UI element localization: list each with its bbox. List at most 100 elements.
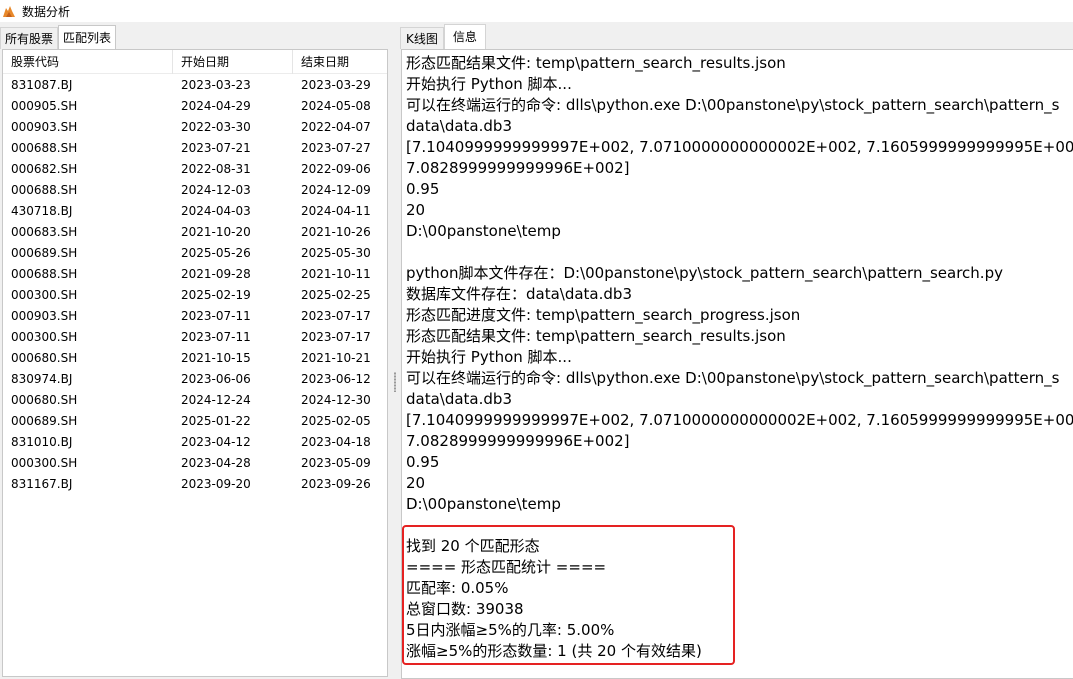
right-panel: K线图 信息 形态匹配结果文件: temp\pattern_search_res…: [398, 22, 1073, 679]
end-date-cell: 2021-10-26: [301, 224, 371, 239]
stock-code-cell: 000903.SH: [11, 308, 78, 323]
table-row[interactable]: 830974.BJ 2023-06-06 2023-06-12: [3, 368, 387, 389]
start-date-cell: 2022-03-30: [181, 119, 251, 134]
start-date-cell: 2024-12-24: [181, 392, 251, 407]
tab-kline-chart[interactable]: K线图: [400, 27, 444, 49]
stock-code-cell: 000300.SH: [11, 329, 78, 344]
log-line: 数据库文件存在：data\data.db3: [406, 285, 632, 303]
end-date-cell: 2025-02-25: [301, 287, 371, 302]
table-row[interactable]: 000905.SH 2024-04-29 2024-05-08: [3, 95, 387, 116]
log-line: D:\00panstone\temp: [406, 222, 561, 240]
column-header-start-date[interactable]: 开始日期: [173, 49, 293, 74]
log-line: data\data.db3: [406, 390, 512, 408]
log-line: 0.95: [406, 180, 440, 198]
log-text: 形态匹配结果文件: temp\pattern_search_results.js…: [406, 53, 1073, 515]
log-line: 形态匹配结果文件: temp\pattern_search_results.js…: [406, 327, 786, 345]
start-date-cell: 2025-01-22: [181, 413, 251, 428]
table-row[interactable]: 000688.SH 2023-07-21 2023-07-27: [3, 137, 387, 158]
stock-code-cell: 000680.SH: [11, 392, 78, 407]
log-line: [7.1040999999999997E+002, 7.071000000000…: [406, 138, 1073, 156]
stock-code-cell: 000688.SH: [11, 182, 78, 197]
column-header-code[interactable]: 股票代码: [3, 49, 173, 74]
table-row[interactable]: 831087.BJ 2023-03-23 2023-03-29: [3, 74, 387, 95]
end-date-cell: 2023-07-27: [301, 140, 371, 155]
end-date-cell: 2022-09-06: [301, 161, 371, 176]
table-row[interactable]: 000300.SH 2023-07-11 2023-07-17: [3, 326, 387, 347]
table-row[interactable]: 831010.BJ 2023-04-12 2023-04-18: [3, 431, 387, 452]
stock-code-cell: 000682.SH: [11, 161, 78, 176]
left-panel: 所有股票 匹配列表 股票代码 开始日期 结束日期 831087.BJ 2023-0…: [0, 22, 392, 679]
table-row[interactable]: 000689.SH 2025-05-26 2025-05-30: [3, 242, 387, 263]
start-date-cell: 2024-12-03: [181, 182, 251, 197]
stats-line: 5日内涨幅≥5%的几率: 5.00%: [406, 621, 615, 639]
end-date-cell: 2024-05-08: [301, 98, 371, 113]
end-date-cell: 2023-06-12: [301, 371, 371, 386]
stats-line: ==== 形态匹配统计 ====: [406, 558, 607, 576]
start-date-cell: 2024-04-29: [181, 98, 251, 113]
stock-code-cell: 831087.BJ: [11, 77, 73, 92]
log-line: 形态匹配结果文件: temp\pattern_search_results.js…: [406, 54, 786, 72]
table-row[interactable]: 000683.SH 2021-10-20 2021-10-26: [3, 221, 387, 242]
start-date-cell: 2025-02-19: [181, 287, 251, 302]
splitter-grip-icon[interactable]: [394, 372, 396, 392]
stats-line: 涨幅≥5%的形态数量: 1 (共 20 个有效结果): [406, 642, 702, 660]
log-line: 形态匹配进度文件: temp\pattern_search_progress.j…: [406, 306, 801, 324]
stock-code-cell: 830974.BJ: [11, 371, 73, 386]
window-title: 数据分析: [22, 4, 71, 19]
table-row[interactable]: 000680.SH 2021-10-15 2021-10-21: [3, 347, 387, 368]
start-date-cell: 2023-09-20: [181, 476, 251, 491]
list-header: 股票代码 开始日期 结束日期: [3, 49, 387, 74]
fox-logo-icon: [1, 3, 17, 19]
log-line: 开始执行 Python 脚本...: [406, 348, 572, 366]
end-date-cell: 2025-05-30: [301, 245, 371, 260]
start-date-cell: 2021-10-20: [181, 224, 251, 239]
table-row[interactable]: 000682.SH 2022-08-31 2022-09-06: [3, 158, 387, 179]
stock-code-cell: 000683.SH: [11, 224, 78, 239]
table-row[interactable]: 831167.BJ 2023-09-20 2023-09-26: [3, 473, 387, 494]
table-row[interactable]: 000680.SH 2024-12-24 2024-12-30: [3, 389, 387, 410]
stock-code-cell: 000689.SH: [11, 245, 78, 260]
match-statistics: 找到 20 个匹配形态 ==== 形态匹配统计 ==== 匹配率: 0.05% 总窗口…: [406, 536, 702, 662]
end-date-cell: 2024-12-30: [301, 392, 371, 407]
log-line: 0.95: [406, 453, 440, 471]
start-date-cell: 2023-07-11: [181, 329, 251, 344]
table-row[interactable]: 000300.SH 2025-02-19 2025-02-25: [3, 284, 387, 305]
table-row[interactable]: 000903.SH 2023-07-11 2023-07-17: [3, 305, 387, 326]
start-date-cell: 2021-10-15: [181, 350, 251, 365]
tab-info[interactable]: 信息: [443, 24, 486, 49]
start-date-cell: 2025-05-26: [181, 245, 251, 260]
end-date-cell: 2024-12-09: [301, 182, 371, 197]
end-date-cell: 2023-09-26: [301, 476, 371, 491]
end-date-cell: 2024-04-11: [301, 203, 371, 218]
column-header-end-date[interactable]: 结束日期: [293, 50, 387, 74]
stock-code-cell: 831010.BJ: [11, 434, 73, 449]
log-line: python脚本文件存在：D:\00panstone\py\stock_patt…: [406, 264, 1003, 282]
table-row[interactable]: 000688.SH 2024-12-03 2024-12-09: [3, 179, 387, 200]
left-tab-strip: 所有股票 匹配列表: [0, 25, 117, 49]
tab-all-stocks[interactable]: 所有股票: [0, 27, 59, 49]
end-date-cell: 2022-04-07: [301, 119, 371, 134]
table-row[interactable]: 000688.SH 2021-09-28 2021-10-11: [3, 263, 387, 284]
table-row[interactable]: 000689.SH 2025-01-22 2025-02-05: [3, 410, 387, 431]
start-date-cell: 2022-08-31: [181, 161, 251, 176]
list-body: 831087.BJ 2023-03-23 2023-03-29 000905.SH 20…: [3, 74, 387, 494]
stats-line: 匹配率: 0.05%: [406, 579, 509, 597]
right-tab-strip: K线图 信息: [400, 24, 486, 49]
stock-code-cell: 000300.SH: [11, 455, 78, 470]
start-date-cell: 2023-07-21: [181, 140, 251, 155]
table-row[interactable]: 000903.SH 2022-03-30 2022-04-07: [3, 116, 387, 137]
table-row[interactable]: 000300.SH 2023-04-28 2023-05-09: [3, 452, 387, 473]
stock-code-cell: 831167.BJ: [11, 476, 73, 491]
table-row[interactable]: 430718.BJ 2024-04-03 2024-04-11: [3, 200, 387, 221]
match-list[interactable]: 股票代码 开始日期 结束日期 831087.BJ 2023-03-23 2023-0…: [2, 49, 388, 677]
stats-line: 总窗口数: 39038: [406, 600, 524, 618]
start-date-cell: 2023-07-11: [181, 308, 251, 323]
info-log-area[interactable]: 形态匹配结果文件: temp\pattern_search_results.js…: [401, 49, 1073, 679]
log-line: 可以在终端运行的命令: dlls\python.exe D:\00panston…: [406, 96, 1060, 114]
log-line: 可以在终端运行的命令: dlls\python.exe D:\00panston…: [406, 369, 1060, 387]
stock-code-cell: 000688.SH: [11, 266, 78, 281]
end-date-cell: 2023-07-17: [301, 308, 371, 323]
tab-match-list[interactable]: 匹配列表: [58, 25, 117, 49]
start-date-cell: 2023-06-06: [181, 371, 251, 386]
